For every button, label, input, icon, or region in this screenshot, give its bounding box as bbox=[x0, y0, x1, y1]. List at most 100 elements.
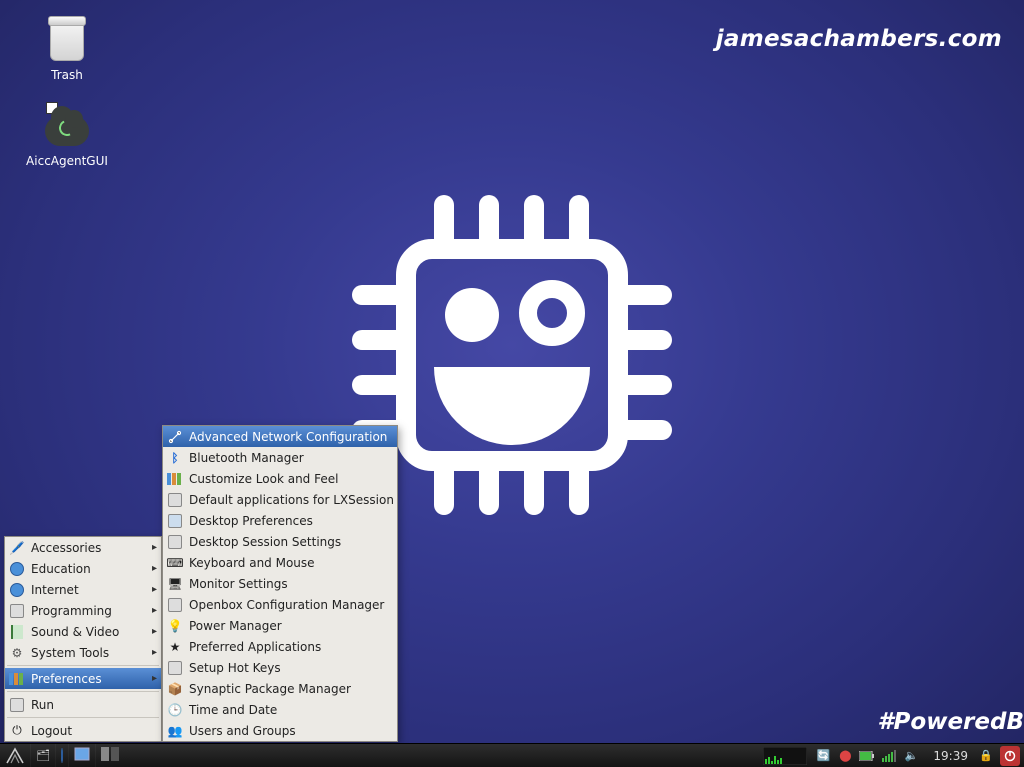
menu-item-label: Preferences bbox=[31, 672, 102, 686]
watermark-top: jamesachambers.com bbox=[716, 26, 1002, 52]
taskbar-shutdown-button[interactable] bbox=[1000, 746, 1020, 766]
programming-icon bbox=[9, 603, 25, 619]
education-icon bbox=[9, 561, 25, 577]
menu-system-tools[interactable]: ⚙ System Tools bbox=[5, 642, 161, 663]
menu-item-label: Desktop Session Settings bbox=[189, 535, 341, 549]
menu-item-label: Power Manager bbox=[189, 619, 282, 633]
desktop-icon-trash[interactable]: Trash bbox=[22, 18, 112, 82]
submenu-preferred-apps[interactable]: ★ Preferred Applications bbox=[163, 636, 397, 657]
submenu-power-manager[interactable]: 💡 Power Manager bbox=[163, 615, 397, 636]
desktop-prefs-icon bbox=[167, 513, 183, 529]
menu-item-label: Default applications for LXSession bbox=[189, 493, 394, 507]
system-tools-icon: ⚙ bbox=[9, 645, 25, 661]
menu-internet[interactable]: Internet bbox=[5, 579, 161, 600]
cpu-graph-icon bbox=[763, 747, 807, 765]
desktop-icon-aiccagent[interactable]: AiccAgentGUI bbox=[22, 104, 112, 168]
desktop-icon-label: Trash bbox=[22, 68, 112, 82]
submenu-time-date[interactable]: 🕒 Time and Date bbox=[163, 699, 397, 720]
menu-item-label: System Tools bbox=[31, 646, 109, 660]
menu-preferences[interactable]: Preferences bbox=[5, 668, 161, 689]
trash-icon bbox=[44, 18, 90, 64]
power-icon bbox=[1004, 750, 1016, 762]
menu-item-label: Monitor Settings bbox=[189, 577, 288, 591]
application-menu: 🖊️ Accessories Education Internet Progra… bbox=[4, 536, 162, 742]
menu-item-label: Programming bbox=[31, 604, 112, 618]
keyboard-mouse-icon: ⌨ bbox=[167, 555, 183, 571]
submenu-users-groups[interactable]: 👥 Users and Groups bbox=[163, 720, 397, 741]
submenu-monitor[interactable]: 🖥 Monitor Settings bbox=[163, 573, 397, 594]
logout-icon: ⏻ bbox=[9, 723, 25, 739]
taskbar-clock[interactable]: 19:39 bbox=[925, 749, 976, 763]
menu-item-label: Internet bbox=[31, 583, 79, 597]
run-icon bbox=[9, 697, 25, 713]
appearance-icon bbox=[167, 471, 183, 487]
menu-item-label: Keyboard and Mouse bbox=[189, 556, 315, 570]
workspace-icon bbox=[101, 747, 119, 764]
time-date-icon: 🕒 bbox=[167, 702, 183, 718]
tray-updates-icon[interactable]: 🔄 bbox=[815, 748, 831, 764]
accessories-icon: 🖊️ bbox=[9, 540, 25, 556]
start-menu-button[interactable] bbox=[0, 744, 30, 767]
menu-item-label: Run bbox=[31, 698, 54, 712]
taskbar: 🗂 🔄 ⬤ 🔈 19:39 🔒 bbox=[0, 743, 1024, 767]
show-desktop-icon bbox=[74, 747, 90, 764]
wallpaper-chip-logo bbox=[352, 195, 672, 515]
session-icon bbox=[167, 534, 183, 550]
internet-icon bbox=[9, 582, 25, 598]
menu-item-label: Logout bbox=[31, 724, 72, 738]
taskbar-lock-button[interactable]: 🔒 bbox=[976, 746, 996, 766]
preferred-apps-icon: ★ bbox=[167, 639, 183, 655]
submenu-openbox[interactable]: Openbox Configuration Manager bbox=[163, 594, 397, 615]
menu-item-label: Bluetooth Manager bbox=[189, 451, 304, 465]
submenu-synaptic[interactable]: 📦 Synaptic Package Manager bbox=[163, 678, 397, 699]
menu-item-label: Setup Hot Keys bbox=[189, 661, 281, 675]
default-apps-icon bbox=[167, 492, 183, 508]
menu-item-label: Sound & Video bbox=[31, 625, 119, 639]
file-manager-icon: 🗂 bbox=[36, 749, 50, 762]
sound-video-icon bbox=[9, 624, 25, 640]
menu-accessories[interactable]: 🖊️ Accessories bbox=[5, 537, 161, 558]
taskbar-show-desktop[interactable] bbox=[68, 744, 95, 767]
tray-notification-icon[interactable]: ⬤ bbox=[837, 748, 853, 764]
submenu-default-apps[interactable]: Default applications for LXSession bbox=[163, 489, 397, 510]
menu-logout[interactable]: ⏻ Logout bbox=[5, 720, 161, 741]
taskbar-browser[interactable] bbox=[55, 744, 68, 767]
taskbar-file-manager[interactable]: 🗂 bbox=[30, 744, 55, 767]
system-tray: 🔄 ⬤ 🔈 bbox=[809, 748, 925, 764]
synaptic-icon: 📦 bbox=[167, 681, 183, 697]
submenu-customize-look[interactable]: Customize Look and Feel bbox=[163, 468, 397, 489]
submenu-keyboard-mouse[interactable]: ⌨ Keyboard and Mouse bbox=[163, 552, 397, 573]
menu-item-label: Preferred Applications bbox=[189, 640, 321, 654]
menu-run[interactable]: Run bbox=[5, 694, 161, 715]
submenu-hotkeys[interactable]: Setup Hot Keys bbox=[163, 657, 397, 678]
menu-item-label: Customize Look and Feel bbox=[189, 472, 338, 486]
menu-item-label: Users and Groups bbox=[189, 724, 296, 738]
desktop-background[interactable]: jamesachambers.com #PoweredB Trash AiccA… bbox=[0, 0, 1024, 767]
menu-item-label: Synaptic Package Manager bbox=[189, 682, 351, 696]
submenu-desktop-session[interactable]: Desktop Session Settings bbox=[163, 531, 397, 552]
submenu-bluetooth[interactable]: ᛒ Bluetooth Manager bbox=[163, 447, 397, 468]
submenu-desktop-prefs[interactable]: Desktop Preferences bbox=[163, 510, 397, 531]
tray-cpu-monitor[interactable] bbox=[761, 744, 809, 767]
tray-battery-icon[interactable] bbox=[859, 748, 875, 764]
network-icon bbox=[167, 429, 183, 445]
menu-education[interactable]: Education bbox=[5, 558, 161, 579]
tray-volume-icon[interactable]: 🔈 bbox=[903, 748, 919, 764]
monitor-icon: 🖥 bbox=[167, 576, 183, 592]
lock-icon: 🔒 bbox=[979, 749, 993, 762]
menu-item-label: Education bbox=[31, 562, 91, 576]
menu-item-label: Advanced Network Configuration bbox=[189, 430, 387, 444]
tray-network-icon[interactable] bbox=[881, 748, 897, 764]
bluetooth-icon: ᛒ bbox=[167, 450, 183, 466]
submenu-advanced-network[interactable]: Advanced Network Configuration bbox=[163, 426, 397, 447]
menu-item-label: Desktop Preferences bbox=[189, 514, 313, 528]
menu-programming[interactable]: Programming bbox=[5, 600, 161, 621]
cloud-agent-icon bbox=[44, 104, 90, 150]
taskbar-workspace-switcher[interactable] bbox=[95, 744, 124, 767]
start-menu-icon bbox=[5, 747, 25, 765]
hotkeys-icon bbox=[167, 660, 183, 676]
menu-sound-video[interactable]: Sound & Video bbox=[5, 621, 161, 642]
menu-item-label: Time and Date bbox=[189, 703, 277, 717]
menu-item-label: Accessories bbox=[31, 541, 101, 555]
preferences-icon bbox=[9, 671, 25, 687]
